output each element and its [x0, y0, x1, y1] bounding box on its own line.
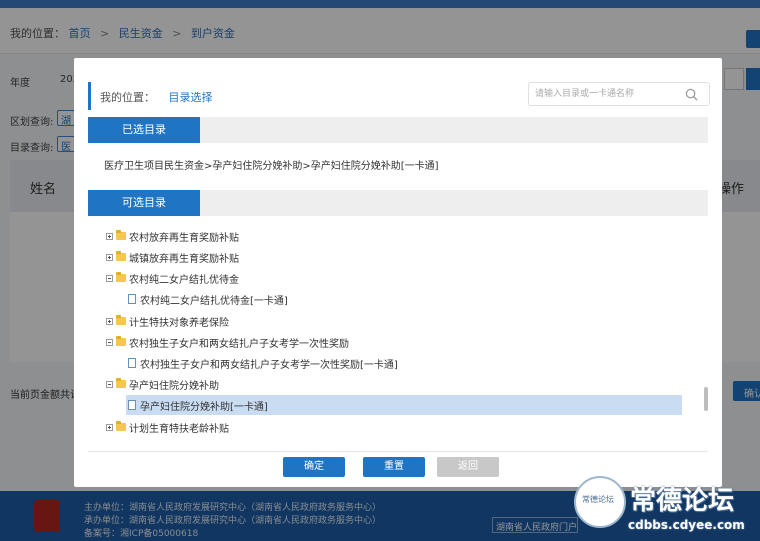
tree-label: 农村纯二女户结扎优待金[一卡通]	[140, 295, 288, 307]
catalog-select-modal: 我的位置： 目录选择 已选目录 医疗卫生项目民生资金>孕产妇住院分娩补助>孕产妇…	[74, 58, 722, 487]
tree-label: 计生特扶对象养老保险	[129, 317, 229, 329]
tree-label: 孕产妇住院分娩补助[一卡通]	[140, 401, 268, 413]
tree-leaf[interactable]: 农村独生子女户和两女结扎户子女考学一次性奖励[一卡通]	[128, 353, 398, 373]
file-icon	[128, 294, 136, 304]
expand-icon[interactable]	[106, 317, 113, 325]
folder-icon	[116, 378, 126, 388]
tree-label: 农村放弃再生育奖励补贴	[129, 232, 239, 244]
tree-label: 孕产妇住院分娩补助	[129, 380, 219, 392]
expand-icon[interactable]	[106, 423, 113, 431]
tree-label: 计划生育特扶老龄补贴	[129, 423, 229, 435]
tree-row[interactable]: 农村独生子女户和两女结扎户子女考学一次性奖励	[106, 332, 349, 352]
back-button[interactable]: 返回	[437, 457, 499, 477]
folder-icon	[116, 230, 126, 240]
collapse-icon[interactable]	[106, 338, 113, 346]
ok-button[interactable]: 确定	[283, 457, 345, 477]
tree-label: 城镇放弃再生育奖励补贴	[129, 253, 239, 265]
catalog-search-input[interactable]	[535, 87, 675, 101]
tree-leaf[interactable]: 农村纯二女户结扎优待金[一卡通]	[128, 289, 288, 309]
watermark-badge: 常德论坛	[574, 476, 626, 528]
folder-icon	[116, 272, 126, 282]
tree-row[interactable]: 计生特扶对象养老保险	[106, 311, 229, 331]
modal-breadcrumb-current: 目录选择	[168, 91, 213, 104]
catalog-tree: 农村放弃再生育奖励补贴 城镇放弃再生育奖励补贴 农村纯二女户结扎优待金 农村纯二…	[88, 216, 708, 452]
selected-section-bar: 已选目录	[88, 117, 708, 143]
tree-row[interactable]: 农村放弃再生育奖励补贴	[106, 226, 239, 246]
selected-path: 医疗卫生项目民生资金>孕产妇住院分娩补助>孕产妇住院分娩补助[一卡通]	[104, 161, 439, 172]
expand-icon[interactable]	[106, 253, 113, 261]
tree-row[interactable]: 农村纯二女户结扎优待金	[106, 268, 239, 288]
modal-header: 我的位置： 目录选择	[88, 82, 710, 110]
available-section-bar: 可选目录	[88, 190, 708, 216]
available-tab[interactable]: 可选目录	[88, 190, 200, 216]
folder-icon	[116, 336, 126, 346]
catalog-search	[528, 82, 710, 106]
modal-breadcrumb-label: 我的位置：	[100, 91, 155, 104]
file-icon	[128, 358, 136, 368]
selected-tab[interactable]: 已选目录	[88, 117, 200, 143]
watermark-text: 常德论坛	[630, 486, 735, 516]
tree-label: 农村纯二女户结扎优待金	[129, 274, 239, 286]
modal-breadcrumb: 我的位置： 目录选择	[100, 89, 213, 105]
collapse-icon[interactable]	[106, 274, 113, 282]
tree-label: 农村独生子女户和两女结扎户子女考学一次性奖励[一卡通]	[140, 359, 398, 371]
folder-icon	[116, 315, 126, 325]
reset-button[interactable]: 重置	[363, 457, 425, 477]
file-icon	[128, 400, 136, 410]
tree-label: 农村独生子女户和两女结扎户子女考学一次性奖励	[129, 338, 349, 350]
forum-watermark: 常德论坛 常德论坛 cdbbs.cdyee.com	[574, 476, 760, 541]
expand-icon[interactable]	[106, 232, 113, 240]
watermark-url: cdbbs.cdyee.com	[628, 518, 745, 532]
folder-icon	[116, 421, 126, 431]
tree-scrollbar[interactable]	[704, 387, 708, 411]
tree-row[interactable]: 城镇放弃再生育奖励补贴	[106, 247, 239, 267]
tree-row[interactable]: 计划生育特扶老龄补贴	[106, 417, 229, 437]
tree-leaf-selected[interactable]: 孕产妇住院分娩补助[一卡通]	[126, 395, 682, 415]
folder-icon	[116, 251, 126, 261]
search-icon[interactable]	[685, 88, 698, 101]
watermark-badge-text: 常德论坛	[582, 495, 614, 504]
tree-row[interactable]: 孕产妇住院分娩补助	[106, 374, 219, 394]
collapse-icon[interactable]	[106, 380, 113, 388]
